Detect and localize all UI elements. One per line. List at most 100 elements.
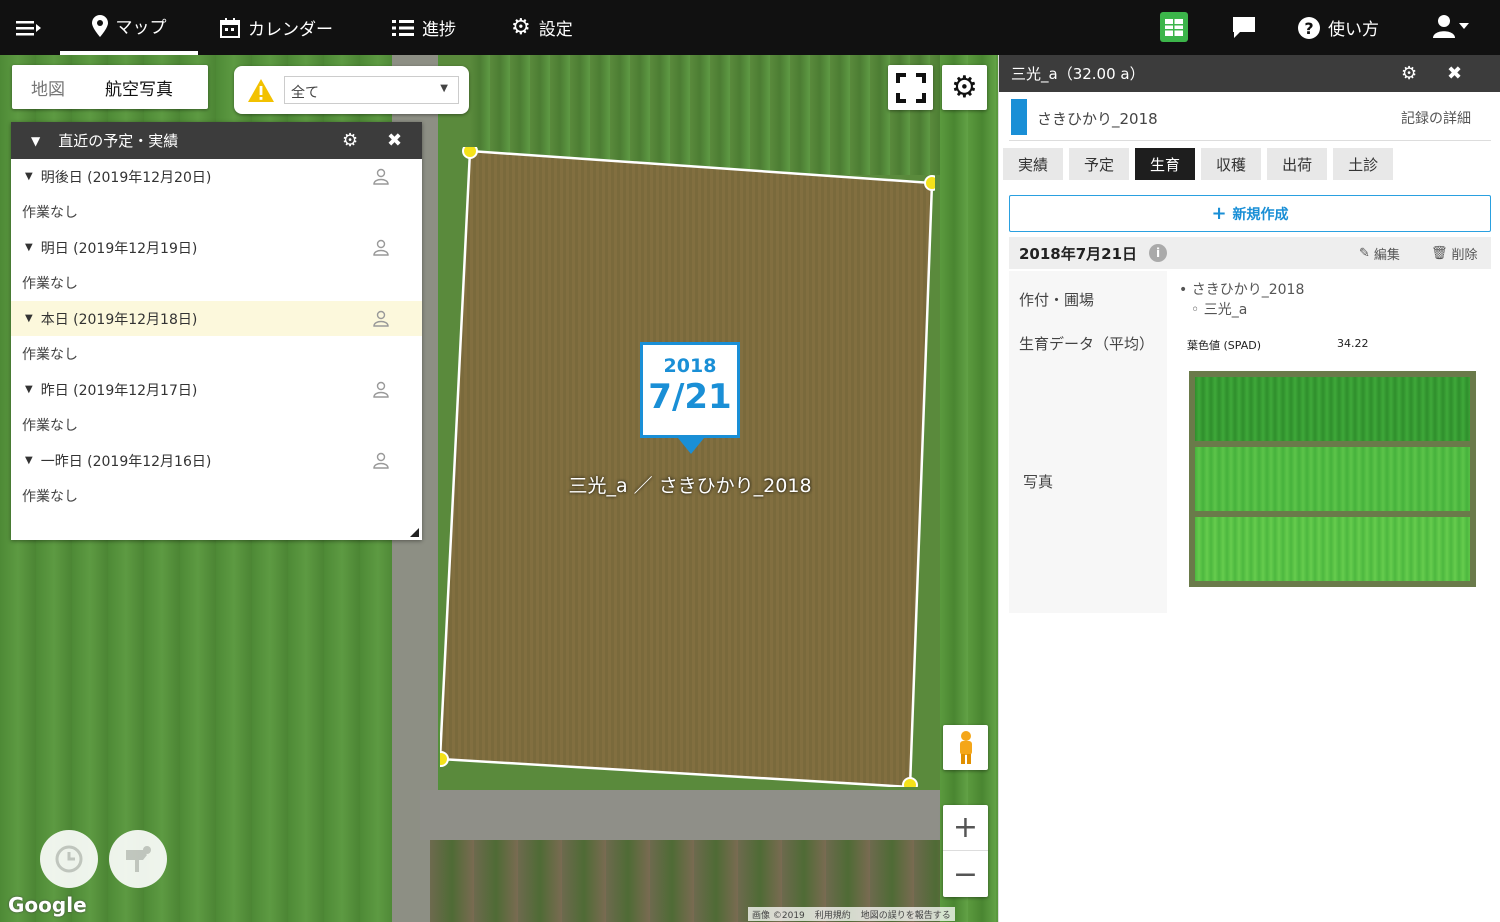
field-name-label: 三光_a ／ さきひかり_2018: [568, 475, 812, 497]
label-growth-data: 生育データ（平均）: [1019, 335, 1155, 353]
nav-calendar[interactable]: カレンダー: [220, 0, 333, 55]
record-type-tabs: 実績 予定 生育 収穫 出荷 土診: [1003, 148, 1394, 180]
chat-icon[interactable]: [1231, 15, 1257, 43]
nav-settings[interactable]: ⚙ 設定: [511, 0, 573, 55]
recent-schedule-panel: ▼ 直近の予定・実績 ⚙ ✖ ▼ 明後日 (2019年12月20日) 作業なし …: [11, 122, 422, 540]
schedule-panel-title: 直近の予定・実績: [58, 132, 179, 150]
schedule-day-row-today[interactable]: ▼ 本日 (2019年12月18日): [11, 301, 422, 336]
map-type-map[interactable]: 地図: [31, 75, 65, 100]
nav-help-label: 使い方: [1328, 20, 1379, 40]
tab-harvest[interactable]: 収穫: [1201, 148, 1262, 180]
record-date-marker[interactable]: 2018 7/21: [640, 342, 740, 438]
close-icon[interactable]: ✖: [1447, 63, 1462, 84]
caret-down-icon: ▼: [25, 384, 33, 395]
tab-plan[interactable]: 予定: [1069, 148, 1130, 180]
fullscreen-button[interactable]: [888, 65, 933, 110]
person-icon[interactable]: [372, 168, 390, 186]
tab-shipping[interactable]: 出荷: [1267, 148, 1328, 180]
user-menu[interactable]: [1433, 14, 1471, 44]
menu-toggle-icon[interactable]: [14, 14, 44, 42]
edit-button[interactable]: ✎ 編集: [1359, 244, 1400, 263]
trash-icon: 🗑: [1431, 245, 1448, 261]
map-attribution: 画像 ©2019 利用規約 地図の誤りを報告する: [748, 907, 955, 921]
attribution-report[interactable]: 地図の誤りを報告する: [861, 908, 951, 921]
schedule-day-row[interactable]: ▼ 明後日 (2019年12月20日): [11, 159, 422, 194]
tab-soil[interactable]: 土診: [1333, 148, 1394, 180]
photo-paddy-row: [1195, 377, 1470, 441]
vertex-handle[interactable]: [924, 175, 935, 191]
record-date: 2018年7月21日: [1019, 244, 1138, 263]
crop-header: さきひかり_2018 記録の詳細: [1009, 99, 1491, 135]
field-value-item: ◦ 三光_a: [1191, 302, 1248, 318]
vertex-handle[interactable]: [462, 147, 478, 159]
nav-settings-label: 設定: [538, 20, 573, 40]
nav-progress[interactable]: 進捗: [392, 0, 456, 55]
record-detail-link[interactable]: 記録の詳細: [1401, 108, 1471, 128]
tab-growth[interactable]: 生育: [1135, 148, 1196, 180]
schedule-day-row[interactable]: ▼ 明日 (2019年12月19日): [11, 230, 422, 265]
zoom-out-button[interactable]: −: [943, 851, 988, 897]
resize-handle-icon[interactable]: [410, 528, 419, 537]
record-label-column: 作付・圃場 生育データ（平均） 写真: [1009, 271, 1167, 613]
caret-down-icon: ▼: [25, 171, 33, 182]
close-icon[interactable]: ✖: [387, 130, 402, 151]
schedule-day-row[interactable]: ▼ 一昨日 (2019年12月16日): [11, 443, 422, 478]
plus-icon: +: [1211, 203, 1227, 224]
schedule-day-label: 明日 (2019年12月19日): [40, 240, 198, 257]
attribution-imagery: 画像 ©2019: [752, 911, 805, 921]
spreadsheet-icon[interactable]: [1160, 12, 1188, 46]
field-polygon-area[interactable]: [440, 147, 935, 787]
map-pin-icon: [91, 14, 108, 37]
schedule-day-label: 明後日 (2019年12月20日): [40, 169, 212, 186]
delete-button[interactable]: 🗑 削除: [1431, 244, 1478, 263]
add-marker-button[interactable]: [109, 830, 167, 888]
crop-value: さきひかり_2018: [1191, 282, 1305, 298]
person-icon[interactable]: [372, 310, 390, 328]
map-type-aerial[interactable]: 航空写真: [105, 75, 173, 100]
help-icon: ?: [1298, 16, 1320, 39]
schedule-day-row[interactable]: ▼ 昨日 (2019年12月17日): [11, 372, 422, 407]
schedule-day-label: 本日 (2019年12月18日): [40, 311, 198, 328]
gear-icon[interactable]: ⚙: [342, 130, 358, 151]
marker-pointer: [678, 438, 704, 454]
gear-icon: ⚙: [511, 15, 531, 40]
vertex-handle[interactable]: [902, 777, 918, 787]
growth-metric-row: 葉色値 (SPAD) 34.22: [1187, 337, 1427, 353]
person-icon[interactable]: [372, 239, 390, 257]
person-icon[interactable]: [372, 381, 390, 399]
new-record-button[interactable]: + 新規作成: [1009, 195, 1491, 232]
divider: [1009, 140, 1491, 141]
attribution-terms[interactable]: 利用規約: [815, 908, 851, 921]
task-list-icon: [392, 19, 414, 36]
road-horizontal: [420, 790, 998, 840]
calendar-icon: [220, 17, 240, 38]
crop-value-item: • さきひかり_2018: [1179, 282, 1305, 298]
map-type-toggle: 地図 航空写真: [12, 65, 208, 109]
fullscreen-icon: [895, 72, 926, 103]
zoom-control: + −: [943, 805, 988, 897]
collapse-caret-icon[interactable]: ▼: [31, 134, 40, 148]
nav-map-label: マップ: [115, 18, 167, 38]
panel-title: 三光_a（32.00 a）: [1011, 65, 1145, 83]
field-photo[interactable]: [1189, 371, 1476, 587]
vertex-handle[interactable]: [440, 751, 449, 767]
gear-icon: ⚙: [951, 70, 978, 105]
gear-icon[interactable]: ⚙: [1401, 63, 1417, 84]
delete-label: 削除: [1451, 247, 1478, 263]
schedule-day-note: 作業なし: [22, 205, 78, 221]
nav-map[interactable]: マップ: [60, 0, 198, 55]
map-settings-button[interactable]: ⚙: [942, 65, 987, 110]
zoom-in-button[interactable]: +: [943, 805, 988, 851]
tab-results[interactable]: 実績: [1003, 148, 1064, 180]
alert-filter: 全て ▼: [234, 66, 469, 114]
schedule-day-note: 作業なし: [22, 418, 78, 434]
edit-label: 編集: [1373, 247, 1400, 263]
history-button[interactable]: [40, 830, 98, 888]
nav-help[interactable]: ? 使い方: [1298, 0, 1379, 55]
filter-select[interactable]: 全て ▼: [284, 76, 459, 104]
person-icon[interactable]: [372, 452, 390, 470]
info-icon[interactable]: i: [1149, 244, 1168, 262]
schedule-day-label: 一昨日 (2019年12月16日): [40, 453, 212, 470]
street-view-button[interactable]: [943, 725, 988, 770]
marker-year: 2018: [663, 355, 717, 377]
